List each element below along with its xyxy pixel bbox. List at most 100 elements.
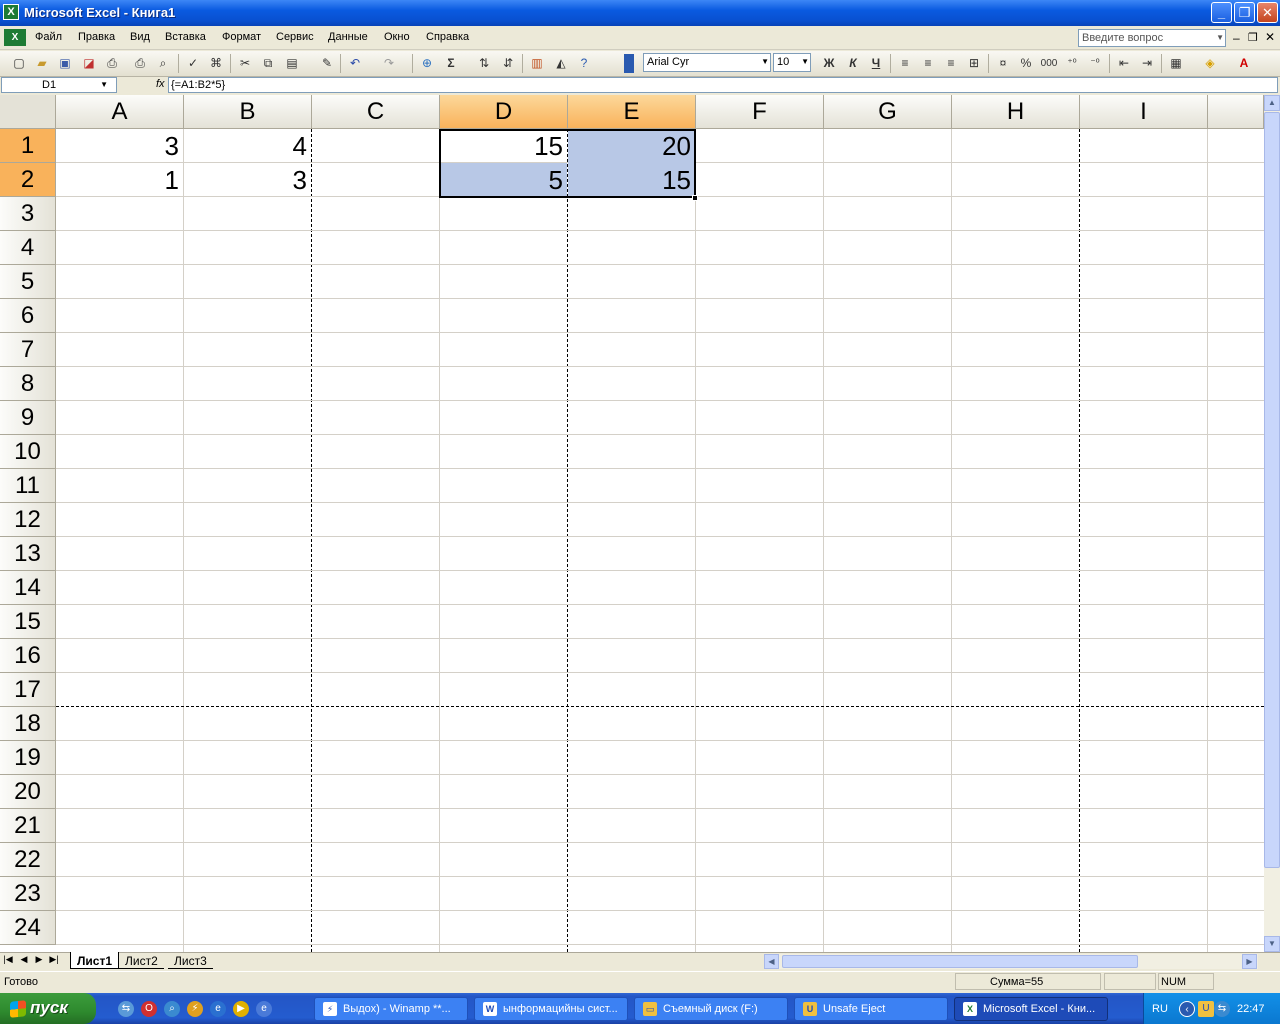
row-header-24[interactable]: 24	[0, 911, 56, 945]
name-box[interactable]: D1 ▼	[1, 77, 117, 93]
search-icon[interactable]: ⌕	[164, 1001, 180, 1017]
network-icon[interactable]: ⇆	[118, 1001, 134, 1017]
row-header-18[interactable]: 18	[0, 707, 56, 741]
column-header-a[interactable]: A	[56, 95, 184, 129]
formula-input[interactable]: {=A1:B2*5}	[168, 77, 1278, 93]
column-header-i[interactable]: I	[1080, 95, 1208, 129]
menu-format[interactable]: Формат	[222, 31, 261, 43]
help-icon[interactable]: ?	[575, 55, 593, 72]
menu-tools[interactable]: Сервис	[276, 31, 314, 43]
scroll-right-icon[interactable]: ▶	[1242, 954, 1257, 969]
sheet-tab-3[interactable]: Лист3	[168, 952, 213, 969]
row-header-2[interactable]: 2	[0, 163, 56, 197]
eject-icon[interactable]: U	[1198, 1001, 1214, 1017]
scroll-up-icon[interactable]: ▲	[1264, 95, 1280, 111]
vertical-scroll-thumb[interactable]	[1264, 112, 1280, 868]
autosum-icon[interactable]: Σ	[442, 55, 460, 72]
sheet-tab-1[interactable]: Лист1	[70, 952, 120, 969]
cell-b2[interactable]: 3	[184, 163, 311, 197]
redo-icon[interactable]: ↷	[380, 55, 398, 72]
borders-icon[interactable]: ▦	[1167, 55, 1185, 72]
row-header-22[interactable]: 22	[0, 843, 56, 877]
currency-icon[interactable]: ¤	[994, 55, 1012, 72]
row-header-21[interactable]: 21	[0, 809, 56, 843]
decrease-decimal-icon[interactable]: ⁻⁰	[1086, 55, 1104, 72]
menu-help[interactable]: Справка	[426, 31, 469, 43]
open-icon[interactable]: ▰	[33, 55, 51, 72]
chevron-down-icon[interactable]: ▼	[1216, 33, 1224, 42]
first-sheet-icon[interactable]: |◀	[2, 954, 14, 965]
font-size-select[interactable]: 10 ▼	[773, 53, 811, 72]
paste-icon[interactable]: ▤	[283, 55, 301, 72]
menu-view[interactable]: Вид	[130, 31, 150, 43]
row-header-6[interactable]: 6	[0, 299, 56, 333]
ask-question-input[interactable]: Введите вопрос ▼	[1078, 29, 1226, 47]
row-header-13[interactable]: 13	[0, 537, 56, 571]
research-icon[interactable]: ⌘	[207, 55, 225, 72]
column-header-g[interactable]: G	[824, 95, 952, 129]
column-header-d[interactable]: D	[440, 95, 568, 129]
menu-insert[interactable]: Вставка	[165, 31, 206, 43]
cell-b1[interactable]: 4	[184, 129, 311, 163]
cut-icon[interactable]: ✂	[236, 55, 254, 72]
task-winamp[interactable]: ⚡ Выдох) - Winamp **...	[314, 997, 468, 1021]
worksheet-grid[interactable]: ABCDEFGHI 1 2 3 4 5 6 7 8 9 10 11 12 13 14 15 16 17 18 19 2…	[0, 95, 1264, 952]
menu-data[interactable]: Данные	[328, 31, 368, 43]
row-header-11[interactable]: 11	[0, 469, 56, 503]
horizontal-scroll-thumb[interactable]	[782, 955, 1138, 968]
last-sheet-icon[interactable]: ▶|	[48, 954, 60, 965]
row-header-3[interactable]: 3	[0, 197, 56, 231]
undo-icon[interactable]: ↶	[346, 55, 364, 72]
menu-edit[interactable]: Правка	[78, 31, 115, 43]
close-button[interactable]: ✕	[1257, 2, 1278, 23]
browser-icon[interactable]: e	[256, 1001, 272, 1017]
row-header-5[interactable]: 5	[0, 265, 56, 299]
fill-color-icon[interactable]: ◈	[1201, 55, 1219, 72]
tray-expand-icon[interactable]: ‹	[1179, 1001, 1195, 1017]
underline-button[interactable]: Ч	[867, 55, 885, 72]
row-header-12[interactable]: 12	[0, 503, 56, 537]
column-header-f[interactable]: F	[696, 95, 824, 129]
drawing-icon[interactable]: ◭	[552, 55, 570, 72]
chevron-down-icon[interactable]: ▼	[801, 57, 809, 66]
row-header-19[interactable]: 19	[0, 741, 56, 775]
minimize-button[interactable]: _	[1211, 2, 1232, 23]
toolbar-options-icon[interactable]	[624, 54, 634, 73]
row-header-7[interactable]: 7	[0, 333, 56, 367]
row-header-17[interactable]: 17	[0, 673, 56, 707]
comma-style-button[interactable]: 000	[1040, 55, 1058, 72]
print-icon[interactable]: ⎙	[103, 55, 121, 72]
doc-minimize-button[interactable]: –	[1233, 31, 1240, 45]
sort-descending-icon[interactable]: ⇵	[499, 55, 517, 72]
sheet-tab-2[interactable]: Лист2	[119, 952, 164, 969]
network-icon[interactable]: ⇆	[1214, 1001, 1230, 1017]
row-header-16[interactable]: 16	[0, 639, 56, 673]
chevron-down-icon[interactable]: ▼	[100, 80, 108, 89]
align-left-icon[interactable]: ≡	[896, 55, 914, 72]
media-player-icon[interactable]: ▶	[233, 1001, 249, 1017]
scroll-down-icon[interactable]: ▼	[1264, 936, 1280, 952]
column-header-e[interactable]: E	[568, 95, 696, 129]
task-removable-disk[interactable]: ▭ Съемный диск (F:)	[634, 997, 788, 1021]
scroll-left-icon[interactable]: ◀	[764, 954, 779, 969]
align-right-icon[interactable]: ≡	[942, 55, 960, 72]
task-word[interactable]: Wынформацийны сист...	[474, 997, 628, 1021]
row-header-4[interactable]: 4	[0, 231, 56, 265]
italic-button[interactable]: К	[844, 55, 862, 72]
font-name-select[interactable]: Arial Cyr ▼	[643, 53, 771, 72]
select-all-button[interactable]	[0, 95, 56, 129]
column-header-c[interactable]: C	[312, 95, 440, 129]
format-painter-icon[interactable]: ✎	[318, 55, 336, 72]
doc-close-button[interactable]: ✕	[1265, 30, 1275, 44]
row-header-8[interactable]: 8	[0, 367, 56, 401]
column-header-h[interactable]: H	[952, 95, 1080, 129]
row-header-1[interactable]: 1	[0, 129, 56, 163]
excel-icon[interactable]: X	[3, 4, 19, 20]
opera-icon[interactable]: O	[141, 1001, 157, 1017]
copy-icon[interactable]: ⧉	[259, 55, 277, 72]
magnifier-icon[interactable]: ⌕	[154, 55, 172, 72]
chevron-down-icon[interactable]: ▼	[761, 57, 769, 66]
menu-file[interactable]: Файл	[35, 31, 62, 43]
save-icon[interactable]: ▣	[56, 55, 74, 72]
cell-a1[interactable]: 3	[56, 129, 183, 163]
